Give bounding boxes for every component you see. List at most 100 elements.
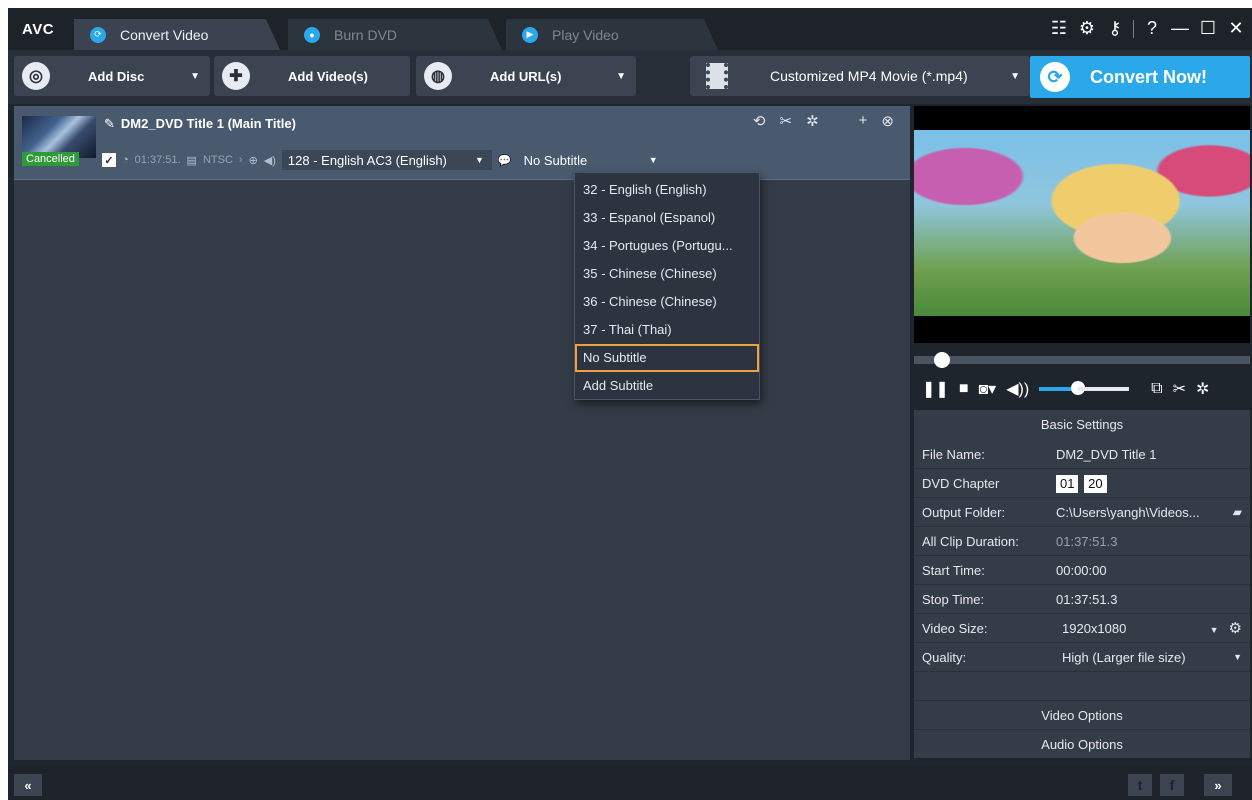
subtitle-select[interactable]: No Subtitle ▼ <box>518 150 662 170</box>
toolbar: ◎ Add Disc ▼ ✚ Add Video(s) ◍ Add URL(s)… <box>8 50 1252 104</box>
start-time-field[interactable]: 00:00:00 <box>1056 556 1107 585</box>
right-panel: ❚❚ ■ ◙▾ ◀)) ⧉ ✂ ✲ Basic Settings File Na… <box>914 106 1250 760</box>
item-checkbox[interactable]: ✓ <box>102 153 116 167</box>
convert-label: Convert Now! <box>1090 66 1207 87</box>
snapshot-icon[interactable]: ◙▾ <box>978 379 996 399</box>
facebook-icon[interactable]: f <box>1160 774 1184 796</box>
settings-spacer <box>914 672 1250 700</box>
subtitle-icon: 💬 <box>497 154 512 167</box>
minimize-icon[interactable]: — <box>1170 18 1190 39</box>
speaker-icon: ◀) <box>263 154 276 167</box>
seek-handle[interactable] <box>934 352 951 368</box>
video-size-select[interactable]: 1920x1080 <box>1062 614 1126 643</box>
window-controls: ☷ ⚙ ⚷ ? — ☐ ✕ <box>1049 18 1246 39</box>
subtitle-option-selected[interactable]: No Subtitle <box>575 344 759 372</box>
item-details: ✓ ◔ 01:37:51. ▤ NTSC › ⊕ ◀) 128 - Englis… <box>102 150 662 170</box>
audio-track-select[interactable]: 128 - English AC3 (English) ▼ <box>281 150 492 170</box>
collapse-button[interactable]: « <box>14 774 42 796</box>
subtitle-option[interactable]: 36 - Chinese (Chinese) <box>575 288 759 316</box>
subtitle-option[interactable]: 34 - Portugues (Portugu... <box>575 232 759 260</box>
scissors-icon[interactable]: ✂ <box>1173 379 1186 399</box>
add-video-button[interactable]: ✚ Add Video(s) <box>214 56 410 96</box>
video-title[interactable]: ✎ DM2_DVD Title 1 (Main Title) <box>104 116 296 132</box>
subtitle-option[interactable]: 32 - English (English) <box>575 176 759 204</box>
volume-slider[interactable] <box>1039 381 1130 395</box>
preview-frame <box>914 130 1250 316</box>
tab-convert-video[interactable]: ⟳ Convert Video <box>74 19 280 50</box>
dvd-chapter-fields: 01 20 <box>1056 469 1109 498</box>
app-window: AVC ⟳ Convert Video ● Burn DVD ▶ Play Vi… <box>8 8 1252 800</box>
folder-icon[interactable]: ▰ <box>1233 498 1242 527</box>
video-preview[interactable] <box>914 106 1250 343</box>
close-icon[interactable]: ✕ <box>1226 18 1246 39</box>
file-name-row: File Name: DM2_DVD Title 1 <box>914 440 1250 469</box>
add-video-label: Add Video(s) <box>288 68 368 84</box>
globe-icon[interactable]: ⊕ <box>249 154 258 167</box>
output-profile-select[interactable]: Customized MP4 Movie (*.mp4) ▼ <box>690 56 1030 96</box>
add-video-icon: ✚ <box>222 62 250 90</box>
list-item[interactable]: Cancelled ✎ DM2_DVD Title 1 (Main Title) … <box>14 106 910 180</box>
tab-label: Convert Video <box>120 26 209 43</box>
help-icon[interactable]: ? <box>1142 18 1162 39</box>
chevron-down-icon[interactable]: ▼ <box>1233 643 1242 672</box>
menu-icon[interactable]: ☷ <box>1049 18 1069 39</box>
chevron-right-icon: › <box>238 154 243 166</box>
gear-icon[interactable]: ⚙ <box>1077 18 1097 39</box>
chevron-down-icon: ▼ <box>1010 70 1020 82</box>
popout-icon[interactable]: ⧉ <box>1151 380 1162 398</box>
output-folder-field[interactable]: C:\Users\yangh\Videos... <box>1056 498 1200 527</box>
status-badge: Cancelled <box>22 152 79 166</box>
disc-icon: ● <box>304 27 320 43</box>
all-clip-duration-label: All Clip Duration: <box>922 534 1019 549</box>
bottom-bar: « t f » <box>8 766 1252 800</box>
convert-now-button[interactable]: ⟳ Convert Now! <box>1030 56 1250 98</box>
file-name-field[interactable]: DM2_DVD Title 1 <box>1056 440 1156 469</box>
dvd-chapter-label: DVD Chapter <box>922 476 1000 491</box>
globe-icon: ◍ <box>424 62 452 90</box>
chapter-start-field[interactable]: 01 <box>1056 475 1079 493</box>
chevron-down-icon[interactable]: ▼ <box>616 71 626 82</box>
tab-burn-dvd[interactable]: ● Burn DVD <box>288 19 502 50</box>
add-disc-button[interactable]: ◎ Add Disc ▼ <box>14 56 210 96</box>
add-icon[interactable]: + <box>859 112 868 130</box>
clip-duration-row: All Clip Duration: 01:37:51.3 <box>914 527 1250 556</box>
settings-header[interactable]: Basic Settings <box>914 410 1250 440</box>
seek-bar[interactable] <box>914 352 1250 368</box>
video-size-row: Video Size: 1920x1080 ▼ ⚙ <box>914 614 1250 643</box>
tab-label: Play Video <box>552 26 619 43</box>
twitter-icon[interactable]: t <box>1128 774 1152 796</box>
stop-icon[interactable]: ■ <box>959 380 969 398</box>
start-time-label: Start Time: <box>922 563 985 578</box>
scissors-icon[interactable]: ✂ <box>780 112 793 130</box>
expand-button[interactable]: » <box>1204 774 1232 796</box>
maximize-icon[interactable]: ☐ <box>1198 18 1218 39</box>
add-url-button[interactable]: ◍ Add URL(s) ▼ <box>416 56 636 96</box>
magic-wand-icon[interactable]: ✲ <box>806 112 819 130</box>
volume-track-rest <box>1077 387 1130 391</box>
volume-icon[interactable]: ◀)) <box>1006 379 1029 399</box>
output-folder-label: Output Folder: <box>922 505 1006 520</box>
magic-wand-icon[interactable]: ✲ <box>1196 379 1209 399</box>
audio-options-button[interactable]: Audio Options <box>914 729 1250 758</box>
video-options-button[interactable]: Video Options <box>914 700 1250 729</box>
quality-select[interactable]: High (Larger file size) <box>1062 643 1186 672</box>
tab-play-video[interactable]: ▶ Play Video <box>506 19 718 50</box>
chevron-down-icon[interactable]: ▼ <box>190 71 200 82</box>
item-actions: ⟲ ✂ ✲ + ⊗ <box>753 112 894 130</box>
key-icon[interactable]: ⚷ <box>1105 18 1125 39</box>
divider <box>1133 19 1134 38</box>
subtitle-option[interactable]: 37 - Thai (Thai) <box>575 316 759 344</box>
subtitle-option[interactable]: 33 - Espanol (Espanol) <box>575 204 759 232</box>
chapter-end-field[interactable]: 20 <box>1084 475 1107 493</box>
quality-row: Quality: High (Larger file size) ▼ <box>914 643 1250 672</box>
profile-label: Customized MP4 Movie (*.mp4) <box>770 68 968 84</box>
gear-icon[interactable]: ⚙ <box>1229 620 1242 637</box>
file-list: Cancelled ✎ DM2_DVD Title 1 (Main Title) … <box>14 106 910 760</box>
chevron-down-icon[interactable]: ▼ <box>1210 625 1219 635</box>
add-subtitle-option[interactable]: Add Subtitle <box>575 372 759 400</box>
pause-icon[interactable]: ❚❚ <box>922 379 949 399</box>
subtitle-option[interactable]: 35 - Chinese (Chinese) <box>575 260 759 288</box>
stop-time-field[interactable]: 01:37:51.3 <box>1056 585 1117 614</box>
rotate-icon[interactable]: ⟲ <box>753 112 766 130</box>
remove-icon[interactable]: ⊗ <box>881 112 894 130</box>
